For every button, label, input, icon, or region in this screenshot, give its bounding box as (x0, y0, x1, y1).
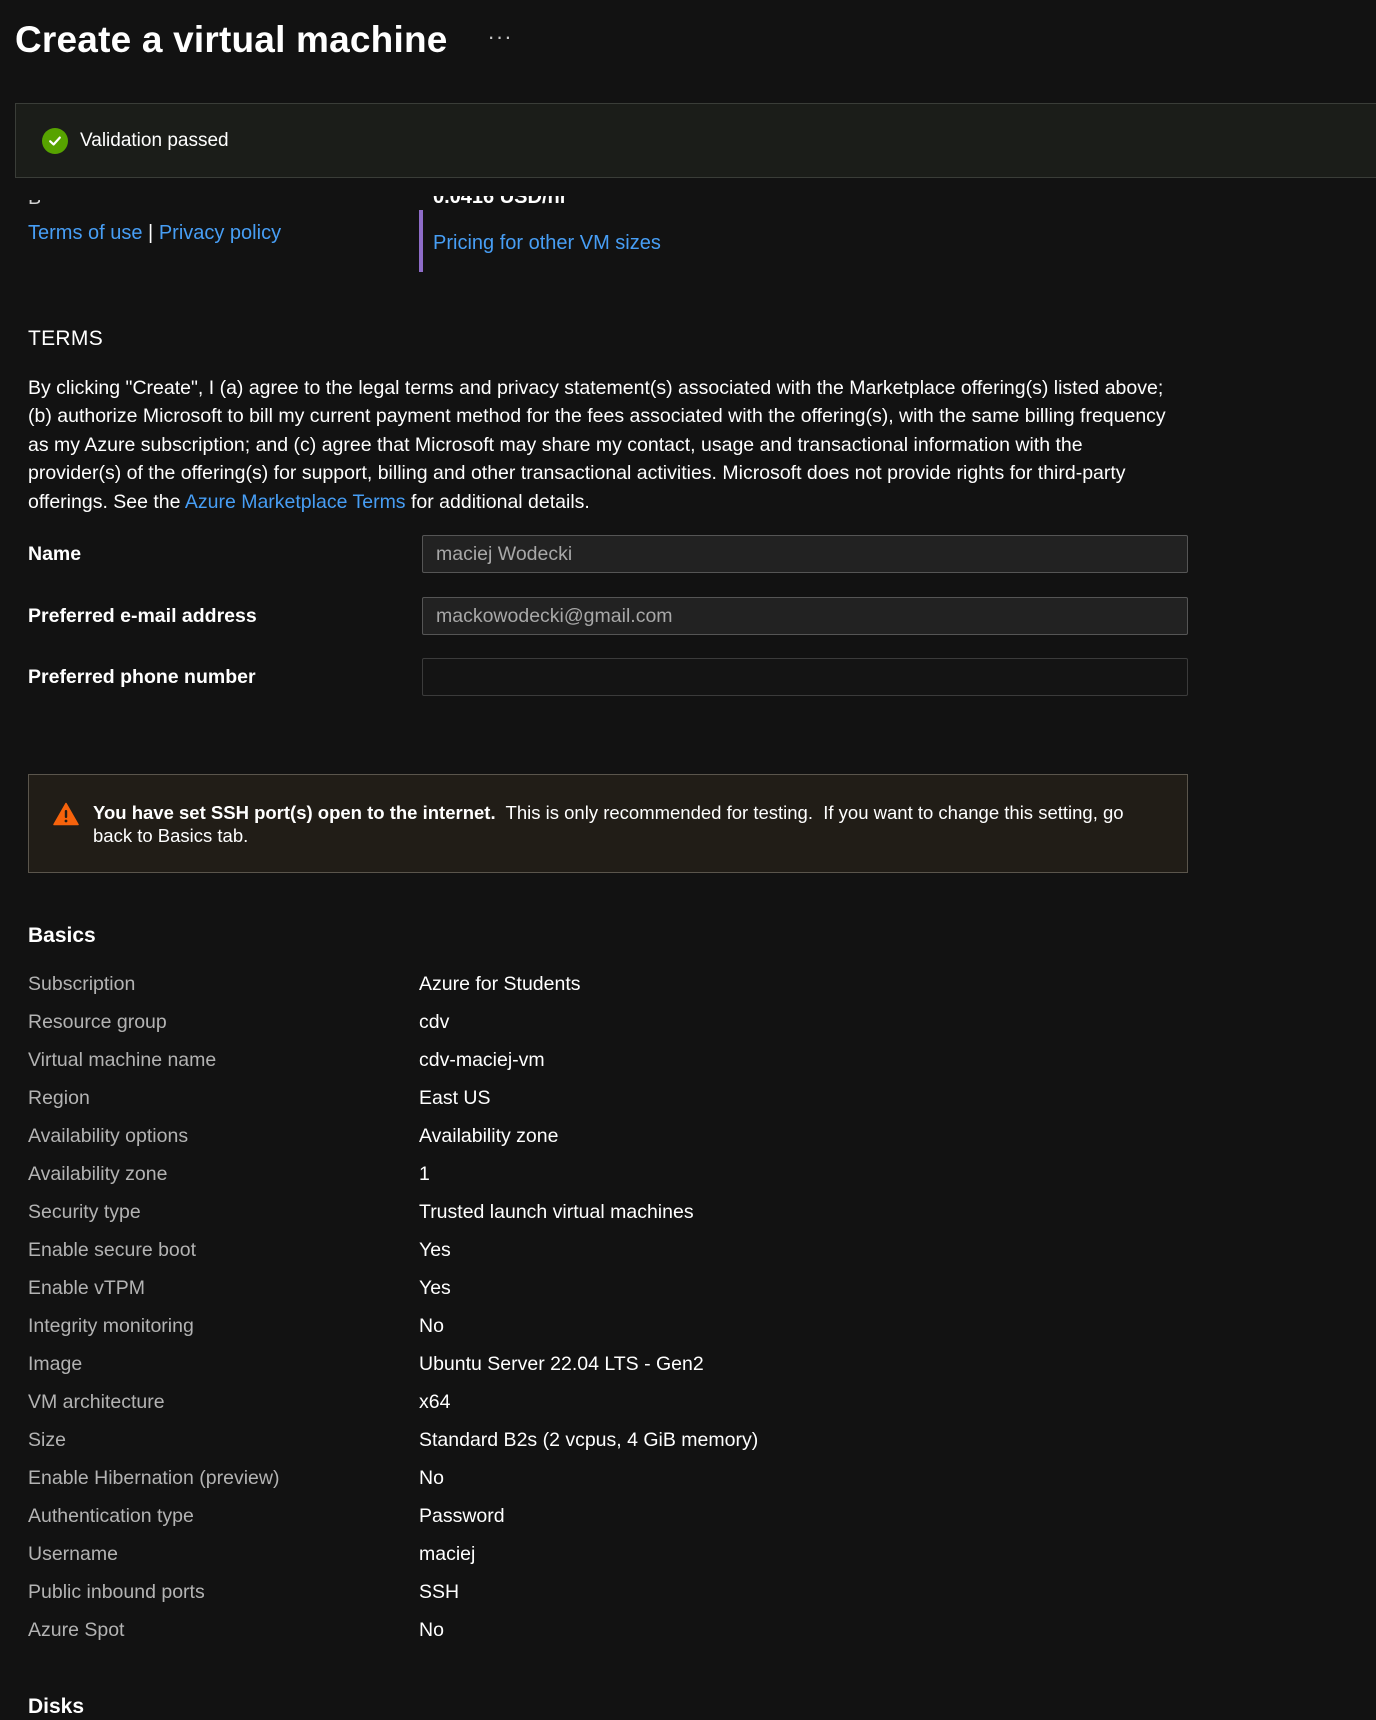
link-separator: | (148, 222, 154, 244)
warning-triangle-icon (53, 802, 79, 826)
summary-row: VM architecture x64 (28, 1383, 1028, 1421)
summary-value: cdv-maciej-vm (419, 1048, 545, 1071)
validation-status-text: Validation passed (80, 129, 229, 151)
phone-field[interactable] (422, 658, 1188, 696)
summary-key: Security type (28, 1200, 141, 1223)
summary-value: Standard B2s (2 vcpus, 4 GiB memory) (419, 1428, 759, 1451)
check-circle-icon (42, 127, 68, 154)
summary-value: Password (419, 1504, 505, 1527)
email-label: Preferred e-mail address (28, 604, 257, 627)
email-row: Preferred e-mail address (28, 597, 1190, 635)
summary-row: Size Standard B2s (2 vcpus, 4 GiB memory) (28, 1421, 1028, 1459)
summary-key: Size (28, 1428, 66, 1451)
summary-value: Yes (419, 1238, 451, 1261)
summary-value: Yes (419, 1276, 451, 1299)
phone-label: Preferred phone number (28, 665, 256, 688)
legal-links: Terms of use | Privacy policy (28, 222, 281, 245)
warning-bold-text: You have set SSH port(s) open to the int… (93, 802, 496, 823)
summary-key: Username (28, 1542, 118, 1565)
name-label: Name (28, 542, 82, 565)
summary-key: Subscription (28, 972, 136, 995)
privacy-policy-link[interactable]: Privacy policy (159, 222, 281, 244)
validation-banner: Validation passed (15, 103, 1376, 178)
summary-key: VM architecture (28, 1390, 165, 1413)
cut-off-text: By (28, 200, 40, 208)
summary-row: Username maciej (28, 1535, 1028, 1573)
summary-key: Region (28, 1086, 90, 1109)
summary-key: Availability zone (28, 1162, 168, 1185)
summary-value: 1 (419, 1162, 430, 1185)
summary-key: Availability options (28, 1124, 189, 1147)
summary-row: Enable secure boot Yes (28, 1231, 1028, 1269)
summary-key: Azure Spot (28, 1618, 125, 1641)
summary-row: Enable Hibernation (preview) No (28, 1459, 1028, 1497)
ssh-warning-banner: You have set SSH port(s) open to the int… (28, 774, 1188, 873)
summary-row: Subscription Azure for Students (28, 965, 1028, 1003)
terms-text-after: for additional details. (405, 490, 590, 513)
summary-row: Security type Trusted launch virtual mach… (28, 1193, 1028, 1231)
page-title: Create a virtual machine (15, 19, 448, 60)
summary-value: x64 (419, 1390, 451, 1413)
summary-value: No (419, 1618, 444, 1641)
summary-value: maciej (419, 1542, 476, 1565)
pricing-accent-bar (419, 210, 423, 272)
summary-value: SSH (419, 1580, 460, 1603)
summary-value: Trusted launch virtual machines (419, 1200, 694, 1223)
terms-text: By clicking "Create", I (a) agree to the… (28, 374, 1178, 516)
summary-row: Integrity monitoring No (28, 1307, 1028, 1345)
summary-value: Availability zone (419, 1124, 559, 1147)
summary-row: Azure Spot No (28, 1611, 1028, 1649)
summary-value: No (419, 1314, 444, 1337)
summary-key: Image (28, 1352, 83, 1375)
basics-heading: Basics (28, 924, 96, 947)
summary-row: Availability zone 1 (28, 1155, 1028, 1193)
basics-summary-table: Subscription Azure for Students Resource g… (28, 965, 1028, 1649)
summary-value: East US (419, 1086, 491, 1109)
summary-row: Resource group cdv (28, 1003, 1028, 1041)
summary-key: Enable vTPM (28, 1276, 146, 1299)
summary-row: Public inbound ports SSH (28, 1573, 1028, 1611)
summary-value: Ubuntu Server 22.04 LTS - Gen2 (419, 1352, 704, 1375)
summary-key: Virtual machine name (28, 1048, 217, 1071)
disks-heading: Disks (28, 1695, 85, 1718)
name-row: Name (28, 535, 1190, 573)
phone-row: Preferred phone number (28, 658, 1190, 696)
summary-key: Public inbound ports (28, 1580, 205, 1603)
summary-key: Authentication type (28, 1504, 194, 1527)
pricing-other-vm-sizes-link[interactable]: Pricing for other VM sizes (433, 232, 661, 255)
summary-key: Enable secure boot (28, 1238, 197, 1261)
title-row: Create a virtual machine ··· (15, 14, 513, 66)
summary-row: Virtual machine name cdv-maciej-vm (28, 1041, 1028, 1079)
summary-row: Authentication type Password (28, 1497, 1028, 1535)
summary-row: Enable vTPM Yes (28, 1269, 1028, 1307)
ellipsis-icon[interactable]: ··· (488, 26, 513, 48)
summary-row: Availability options Availability zone (28, 1117, 1028, 1155)
name-field[interactable] (422, 535, 1188, 573)
summary-key: Enable Hibernation (preview) (28, 1466, 280, 1489)
terms-heading: TERMS (28, 327, 103, 350)
summary-key: Resource group (28, 1010, 167, 1033)
price-per-hour: 0.0416 USD/hr (433, 196, 568, 208)
summary-row: Image Ubuntu Server 22.04 LTS - Gen2 (28, 1345, 1028, 1383)
summary-value: Azure for Students (419, 972, 581, 995)
terms-of-use-link[interactable]: Terms of use (28, 222, 142, 244)
summary-key: Integrity monitoring (28, 1314, 194, 1337)
summary-row: Region East US (28, 1079, 1028, 1117)
azure-marketplace-terms-link[interactable]: Azure Marketplace Terms (185, 491, 406, 513)
email-field[interactable] (422, 597, 1188, 635)
summary-value: No (419, 1466, 444, 1489)
review-create-page: Create a virtual machine ··· Validation … (0, 0, 1376, 1720)
summary-value: cdv (419, 1010, 450, 1033)
